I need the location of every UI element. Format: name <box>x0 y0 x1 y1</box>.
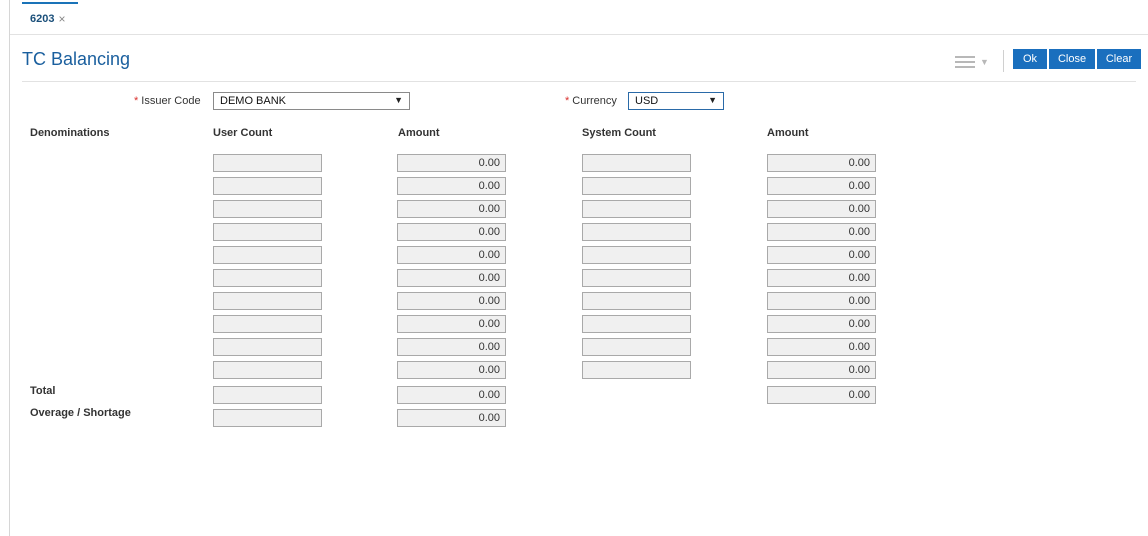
overage-shortage-label: Overage / Shortage <box>30 407 131 419</box>
ok-button[interactable]: Ok <box>1013 49 1047 69</box>
issuer-code-select[interactable]: DEMO BANK ▼ <box>213 92 410 110</box>
row-4-system-amount-field[interactable]: 0.00 <box>767 223 876 241</box>
required-marker: * <box>565 95 570 107</box>
row-4-user-amount-field[interactable]: 0.00 <box>397 223 506 241</box>
row-5-system-amount-field[interactable]: 0.00 <box>767 246 876 264</box>
row-1-system-count-field[interactable] <box>582 154 691 172</box>
hamburger-menu-icon[interactable] <box>955 56 975 68</box>
issuer-code-label: * Issuer Code <box>134 95 201 107</box>
toolbar-divider <box>1003 50 1004 72</box>
row-1-system-amount-field[interactable]: 0.00 <box>767 154 876 172</box>
row-2-system-count-field[interactable] <box>582 177 691 195</box>
title-divider <box>22 81 1136 82</box>
row-6-system-amount-field[interactable]: 0.00 <box>767 269 876 287</box>
currency-label: * Currency <box>565 95 617 107</box>
clear-button[interactable]: Clear <box>1097 49 1141 69</box>
row-6-user-amount-field[interactable]: 0.00 <box>397 269 506 287</box>
row-3-system-amount-field[interactable]: 0.00 <box>767 200 876 218</box>
close-button[interactable]: Close <box>1049 49 1095 69</box>
currency-value: USD <box>635 95 659 107</box>
total-label: Total <box>30 385 56 397</box>
total-user-amount-field[interactable]: 0.00 <box>397 386 506 404</box>
row-8-user-amount-field[interactable]: 0.00 <box>397 315 506 333</box>
row-4-system-count-field[interactable] <box>582 223 691 241</box>
total-system-amount-field[interactable]: 0.00 <box>767 386 876 404</box>
dropdown-arrow-icon: ▼ <box>708 95 717 105</box>
row-3-system-count-field[interactable] <box>582 200 691 218</box>
row-10-user-amount-field[interactable]: 0.00 <box>397 361 506 379</box>
overage-user-amount-field[interactable]: 0.00 <box>397 409 506 427</box>
row-9-user-amount-field[interactable]: 0.00 <box>397 338 506 356</box>
overage-user-count-field[interactable] <box>213 409 322 427</box>
row-1-user-count-field[interactable] <box>213 154 322 172</box>
row-8-system-amount-field[interactable]: 0.00 <box>767 315 876 333</box>
tab-label: 6203 <box>30 13 55 25</box>
row-2-user-amount-field[interactable]: 0.00 <box>397 177 506 195</box>
row-7-system-count-field[interactable] <box>582 292 691 310</box>
row-10-user-count-field[interactable] <box>213 361 322 379</box>
row-5-user-count-field[interactable] <box>213 246 322 264</box>
row-3-user-amount-field[interactable]: 0.00 <box>397 200 506 218</box>
row-9-user-count-field[interactable] <box>213 338 322 356</box>
tab-6203[interactable]: 6203 × <box>22 2 78 34</box>
row-8-system-count-field[interactable] <box>582 315 691 333</box>
row-2-user-count-field[interactable] <box>213 177 322 195</box>
col-header-system-amount: Amount <box>767 127 809 139</box>
required-marker: * <box>134 95 139 107</box>
tab-close-icon[interactable]: × <box>58 12 65 26</box>
issuer-code-value: DEMO BANK <box>220 95 287 107</box>
left-border <box>9 0 10 536</box>
row-2-system-amount-field[interactable]: 0.00 <box>767 177 876 195</box>
col-header-system-count: System Count <box>582 127 656 139</box>
menu-chevron-down-icon[interactable]: ▼ <box>980 57 989 67</box>
row-7-system-amount-field[interactable]: 0.00 <box>767 292 876 310</box>
row-6-system-count-field[interactable] <box>582 269 691 287</box>
tab-bar: 6203 × <box>10 0 1148 35</box>
total-user-count-field[interactable] <box>213 386 322 404</box>
col-header-user-count: User Count <box>213 127 273 139</box>
row-1-user-amount-field[interactable]: 0.00 <box>397 154 506 172</box>
col-header-denominations: Denominations <box>30 127 110 139</box>
row-4-user-count-field[interactable] <box>213 223 322 241</box>
row-5-system-count-field[interactable] <box>582 246 691 264</box>
col-header-user-amount: Amount <box>398 127 440 139</box>
page-title: TC Balancing <box>22 49 131 69</box>
row-7-user-amount-field[interactable]: 0.00 <box>397 292 506 310</box>
row-9-system-amount-field[interactable]: 0.00 <box>767 338 876 356</box>
row-10-system-amount-field[interactable]: 0.00 <box>767 361 876 379</box>
row-8-user-count-field[interactable] <box>213 315 322 333</box>
currency-select[interactable]: USD ▼ <box>628 92 724 110</box>
row-10-system-count-field[interactable] <box>582 361 691 379</box>
row-5-user-amount-field[interactable]: 0.00 <box>397 246 506 264</box>
dropdown-arrow-icon: ▼ <box>394 95 403 105</box>
row-7-user-count-field[interactable] <box>213 292 322 310</box>
row-6-user-count-field[interactable] <box>213 269 322 287</box>
row-3-user-count-field[interactable] <box>213 200 322 218</box>
row-9-system-count-field[interactable] <box>582 338 691 356</box>
